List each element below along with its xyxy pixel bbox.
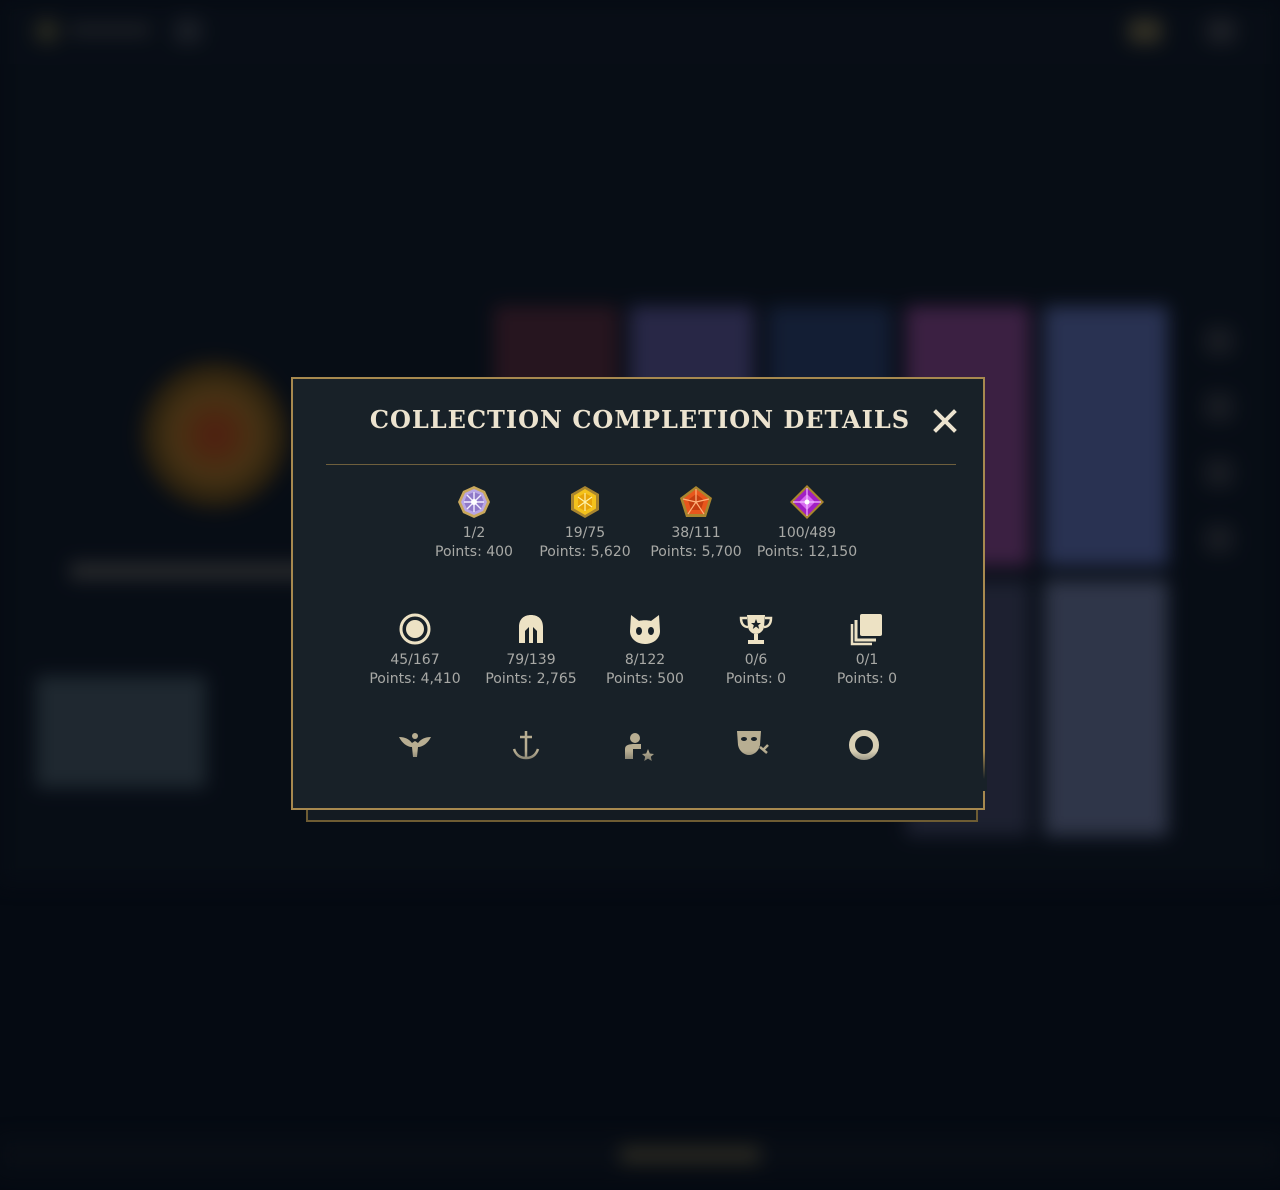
stat-count: 0/6: [744, 652, 768, 668]
stat-points: Points: 400: [435, 544, 513, 560]
stat-points: Points: 5,620: [539, 544, 631, 560]
stat-points: Points: 4,410: [369, 671, 461, 687]
stat-points: Points: 500: [606, 671, 684, 687]
orange-gem-icon: [680, 486, 712, 517]
stat-orange: 38/111 Points: 5,700: [636, 484, 756, 562]
stat-helmet: 79/139 Points: 2,765: [471, 611, 591, 689]
stat-points: Points: 2,765: [485, 671, 577, 687]
stat-purple: 100/489 Points: 12,150: [747, 484, 867, 562]
close-button[interactable]: [931, 407, 959, 435]
trophy-icon: [739, 615, 773, 644]
stat-count: 0/1: [855, 652, 879, 668]
ring-icon: [399, 613, 431, 645]
purple-gem-icon: [790, 485, 824, 519]
creature-icon: [630, 615, 660, 644]
stat-count: 79/139: [506, 652, 556, 668]
collection-details-modal: COLLECTION COMPLETION DETAILS 1/2 Points…: [291, 377, 987, 810]
modal-title: COLLECTION COMPLETION DETAILS: [369, 405, 911, 434]
stat-count: 1/2: [462, 525, 486, 541]
stat-points: Points: 0: [836, 671, 898, 687]
gold-gem-icon: [571, 486, 599, 518]
stat-count: 8/122: [624, 652, 666, 668]
stat-count: 19/75: [564, 525, 606, 541]
stat-count: 100/489: [777, 525, 837, 541]
cards-icon: [850, 614, 882, 646]
scroll-fade: [293, 751, 987, 791]
stat-gold: 19/75 Points: 5,620: [525, 484, 645, 562]
stat-count: 38/111: [671, 525, 721, 541]
crystal-gem-icon: [458, 486, 490, 518]
stat-trophy: 0/6 Points: 0: [696, 611, 816, 689]
close-icon: [933, 409, 957, 433]
stat-points: Points: 0: [725, 671, 787, 687]
stat-crystal: 1/2 Points: 400: [414, 484, 534, 562]
divider: [326, 464, 956, 465]
helmet-icon: [519, 615, 543, 643]
stat-creature: 8/122 Points: 500: [585, 611, 705, 689]
stat-count: 45/167: [390, 652, 440, 668]
stat-points: Points: 12,150: [756, 544, 858, 560]
stat-points: Points: 5,700: [650, 544, 742, 560]
stat-cards: 0/1 Points: 0: [807, 611, 927, 689]
stat-ring: 45/167 Points: 4,410: [355, 611, 475, 689]
